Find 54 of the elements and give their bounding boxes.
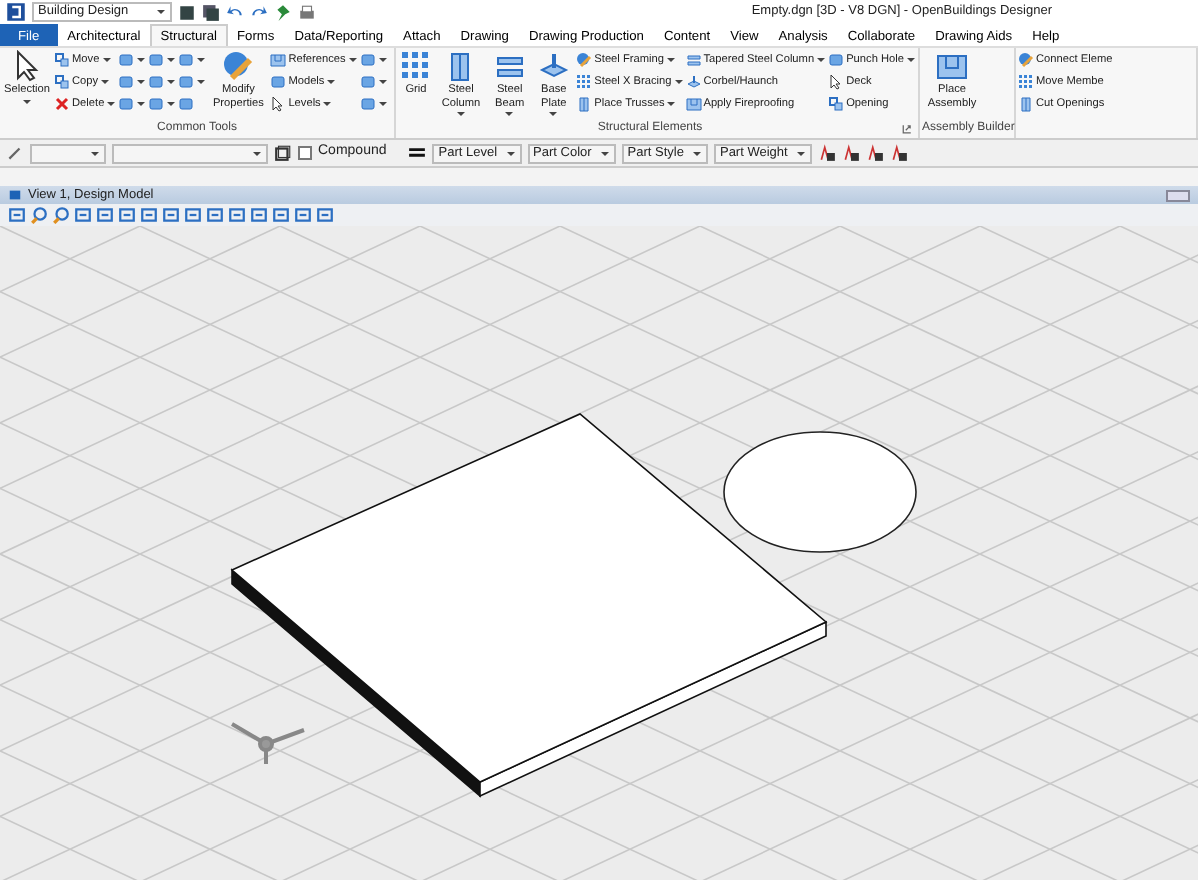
cross-icon [54, 96, 71, 112]
caret-icon [691, 149, 702, 157]
redo-icon[interactable] [250, 3, 268, 21]
beam-icon [685, 52, 702, 68]
zoom-in-icon[interactable] [30, 206, 48, 224]
cursor-icon [828, 74, 845, 90]
caret-icon [252, 149, 262, 157]
plate-icon [685, 74, 702, 90]
grid-icon [400, 50, 432, 82]
plate-icon [537, 50, 570, 82]
icon-button[interactable] [359, 94, 388, 114]
dialog-launcher-icon[interactable] [902, 124, 912, 134]
icon-button[interactable] [148, 72, 177, 92]
view-icon [8, 188, 22, 202]
icon-button[interactable] [178, 72, 207, 92]
view-axes-icon [231, 722, 305, 764]
minimize-button[interactable] [1166, 189, 1190, 201]
tool-icon [828, 52, 845, 68]
pick-icon[interactable] [6, 144, 24, 162]
assembly-icon [270, 52, 287, 68]
column-icon [1018, 96, 1034, 112]
assembly-icon [936, 50, 968, 82]
icon-button[interactable] [118, 94, 147, 114]
print-icon[interactable] [298, 3, 316, 21]
caret-icon [795, 149, 806, 157]
grid-icon [576, 74, 593, 90]
caret-icon [90, 149, 100, 157]
undo-icon[interactable] [226, 3, 244, 21]
tool-icon [270, 74, 287, 90]
zoom-out-icon[interactable] [52, 206, 70, 224]
icon-button[interactable] [178, 50, 207, 70]
line-weight-icon[interactable] [408, 144, 427, 162]
dropdown-field[interactable] [30, 143, 106, 163]
squares-icon [828, 96, 845, 112]
icon-button[interactable] [359, 72, 388, 92]
pencil-icon [222, 50, 255, 82]
icon-button[interactable] [118, 72, 147, 92]
icon-button[interactable] [359, 50, 388, 70]
checkbox[interactable] [298, 146, 312, 160]
dropdown-field[interactable] [112, 143, 268, 163]
save-all-icon[interactable] [202, 3, 220, 21]
icon-button[interactable] [148, 50, 177, 70]
cursor-icon [270, 96, 287, 112]
icon-button[interactable] [148, 94, 177, 114]
pencil-icon [1018, 52, 1034, 68]
grid-icon [1018, 74, 1034, 90]
caret-icon [156, 8, 166, 16]
column-icon [576, 96, 593, 112]
caret-icon [505, 149, 516, 157]
save-icon[interactable] [178, 3, 196, 21]
icon-button[interactable] [118, 50, 147, 70]
caret-icon [599, 149, 610, 157]
assembly-icon [685, 96, 702, 112]
pencil-icon [576, 52, 593, 68]
